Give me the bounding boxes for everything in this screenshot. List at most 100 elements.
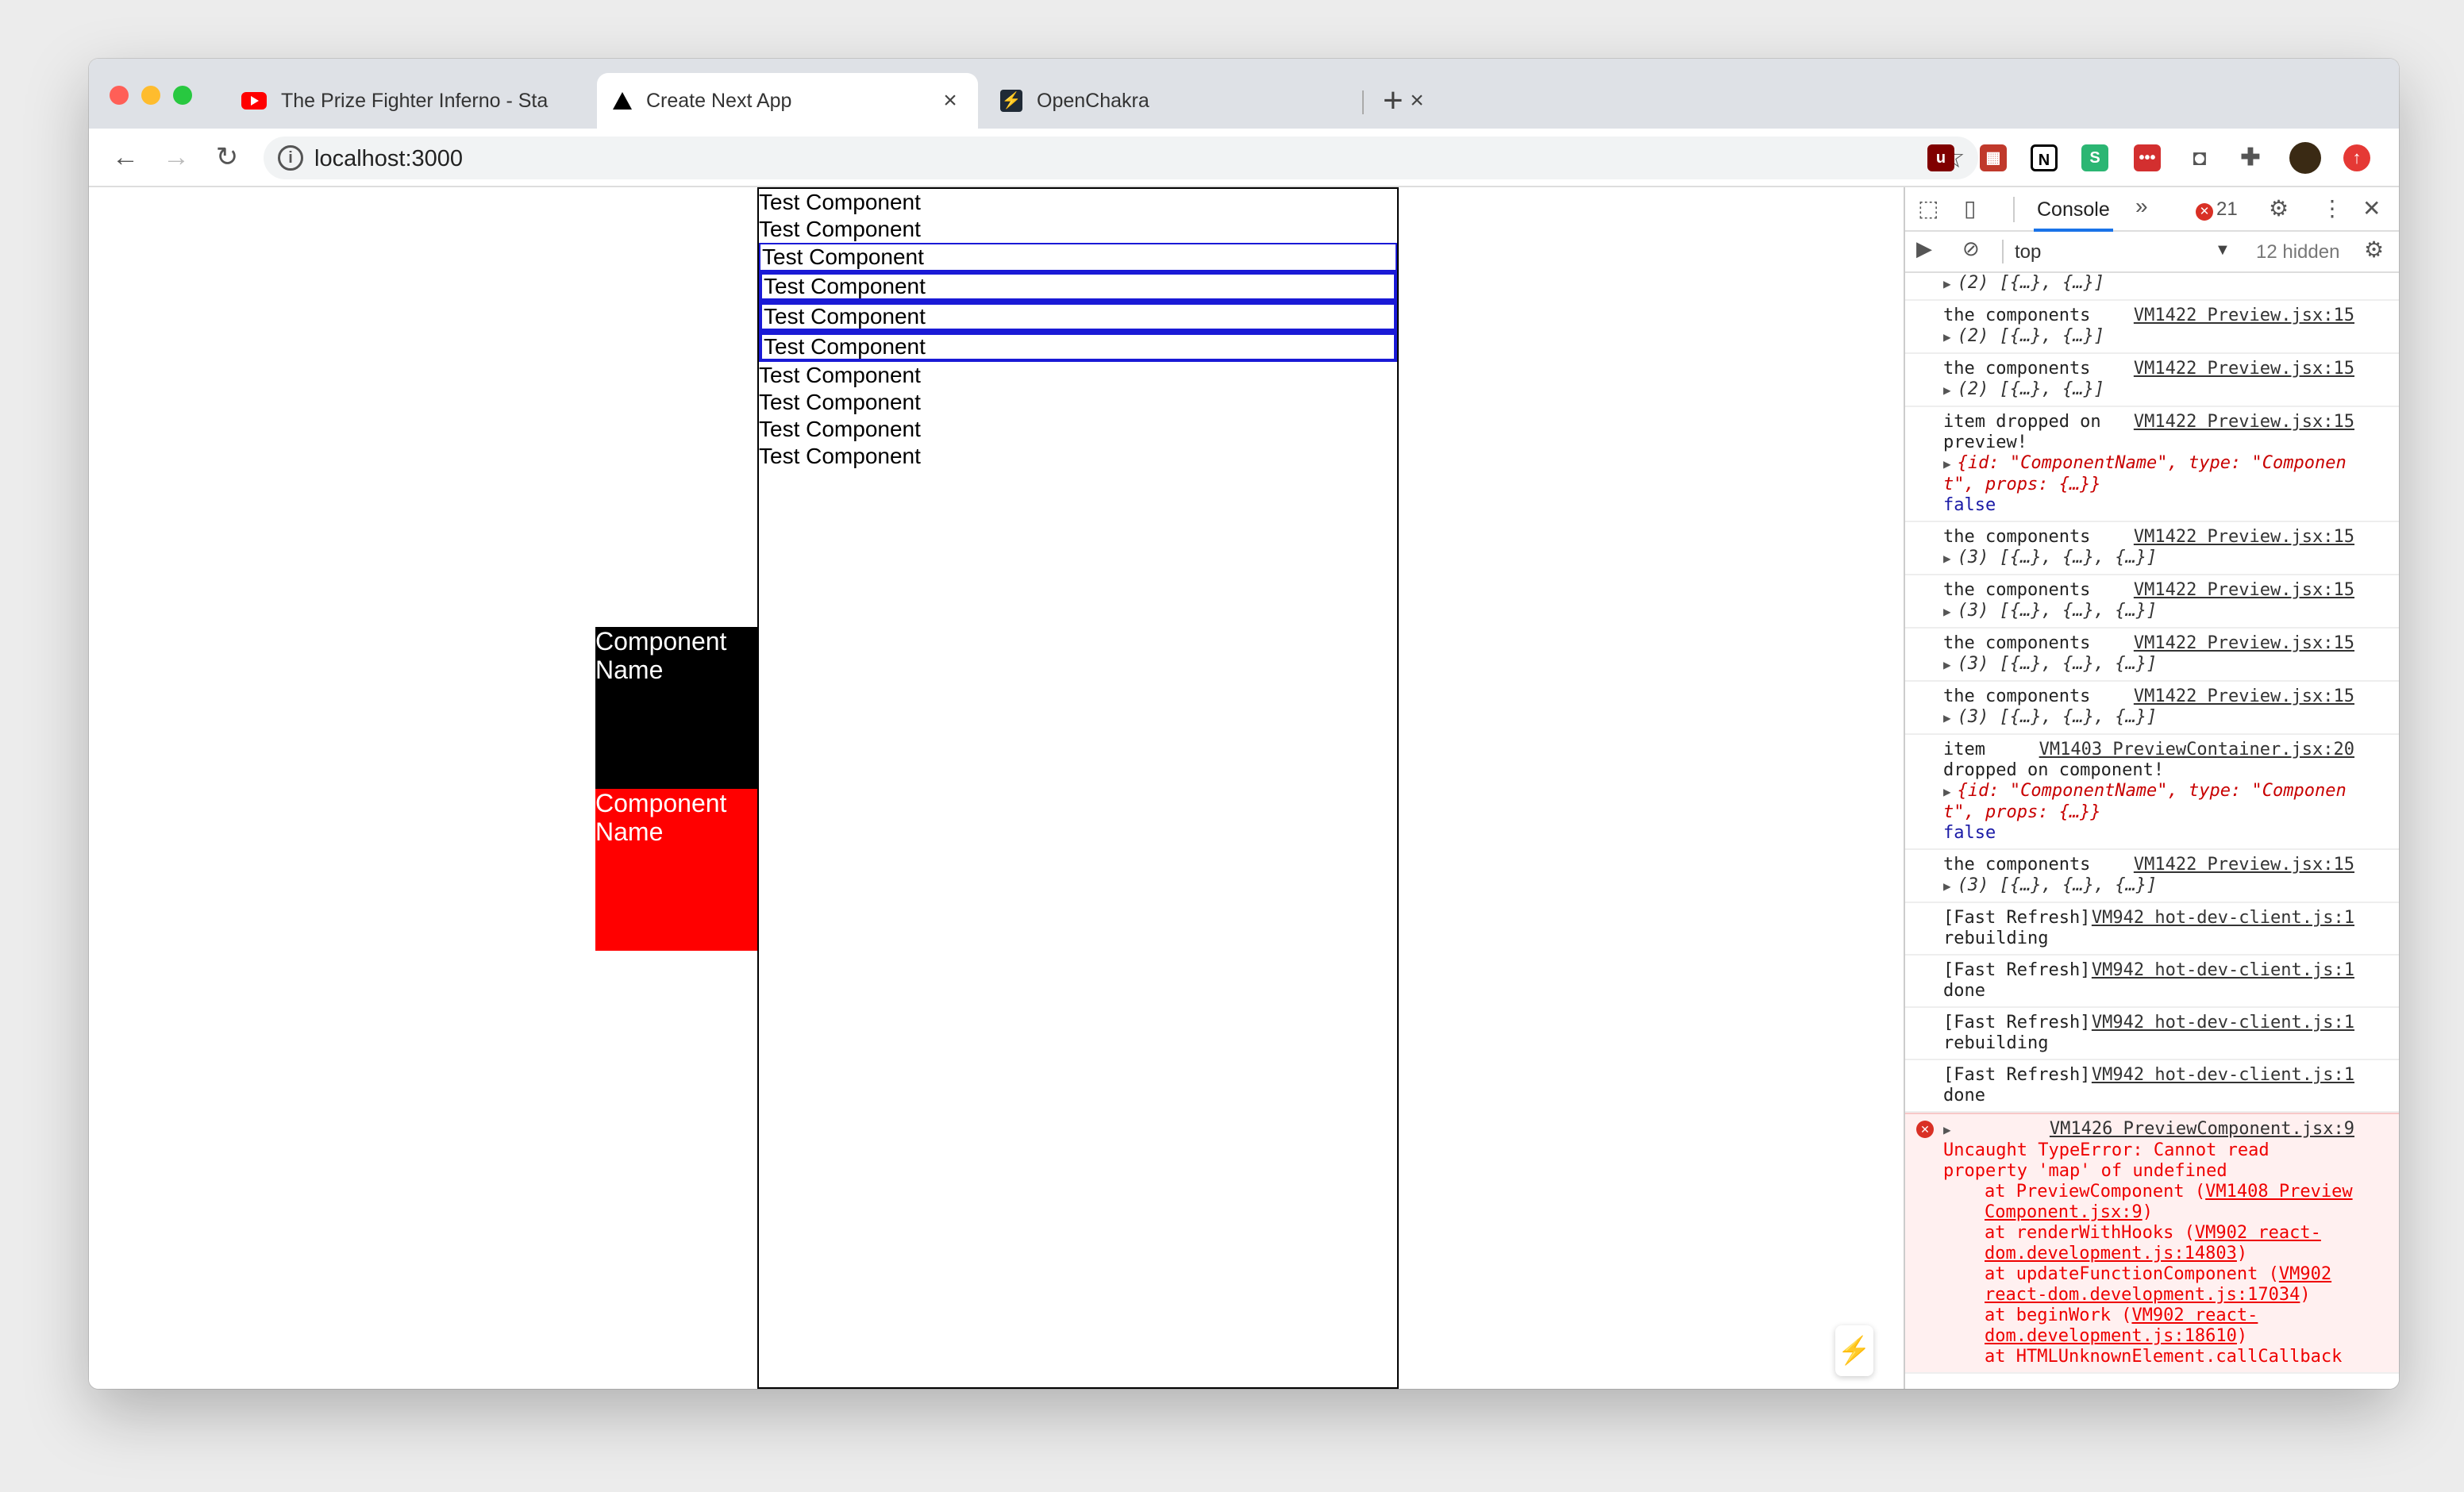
close-devtools-icon[interactable]: ✕ [2362, 195, 2381, 221]
test-component[interactable]: Test Component [759, 389, 1397, 416]
console-object[interactable]: ▶ (3) [{…}, {…}, {…}] [1943, 601, 2354, 622]
tab-console[interactable]: Console [2034, 187, 2113, 232]
console-object[interactable]: ▶ (2) [{…}, {…}] [1943, 273, 2354, 294]
stack-frame: at HTMLUnknownElement.callCallback [1985, 1347, 2343, 1367]
source-link[interactable]: VM942 hot-dev-client.js:1 [2092, 1065, 2354, 1086]
ublock-extension-icon[interactable]: u [1927, 144, 1954, 171]
console-object[interactable]: ▶ (2) [{…}, {…}] [1943, 326, 2354, 348]
source-link[interactable]: VM1403 PreviewContainer.jsx:20 [2039, 740, 2354, 760]
test-component-selected[interactable]: Test Component [759, 243, 1397, 271]
console-message: VM942 hot-dev-client.js:1 [Fast Refresh]… [1905, 1060, 2399, 1113]
inspect-element-icon[interactable]: ⬚ [1918, 195, 1938, 221]
message-text: the components [1943, 855, 2091, 875]
message-text: the components [1943, 686, 2091, 706]
console-object[interactable]: ▶ (2) [{…}, {…}] [1943, 379, 2354, 401]
expand-triangle-icon[interactable]: ▶ [1943, 657, 1951, 672]
back-arrow-icon[interactable]: ← [108, 140, 143, 175]
source-link[interactable]: VM1422 Preview.jsx:15 [2134, 686, 2354, 707]
close-window-button[interactable] [110, 86, 129, 105]
site-info-icon[interactable]: i [278, 145, 303, 171]
profile-avatar[interactable] [2289, 142, 2321, 174]
extension-s-icon[interactable]: S [2081, 144, 2108, 171]
console-object[interactable]: ▶ (3) [{…}, {…}, {…}] [1943, 548, 2354, 569]
expand-triangle-icon[interactable]: ▶ [1943, 1122, 1951, 1137]
test-component[interactable]: Test Component [759, 216, 1397, 243]
source-link[interactable]: VM1422 Preview.jsx:15 [2134, 527, 2354, 548]
source-link[interactable]: VM942 hot-dev-client.js:1 [2092, 960, 2354, 981]
new-tab-button[interactable]: + [1383, 81, 1403, 121]
context-selector[interactable]: top [2015, 241, 2041, 263]
reload-icon[interactable]: ↻ [210, 140, 244, 175]
close-tab-icon[interactable]: × [938, 87, 962, 114]
expand-triangle-icon[interactable]: ▶ [1943, 329, 1951, 344]
error-count-badge[interactable]: ✕ 21 [2196, 198, 2238, 221]
console-object[interactable]: ▶ (3) [{…}, {…}, {…}] [1943, 654, 2354, 675]
component-name-box-red[interactable]: Component Name [595, 789, 757, 951]
console-settings-icon[interactable]: ⚙ [2364, 236, 2384, 263]
test-component[interactable]: Test Component [759, 189, 1397, 216]
forward-arrow-icon[interactable]: → [159, 140, 194, 175]
url-text[interactable]: localhost:3000 [314, 146, 463, 172]
expand-triangle-icon[interactable]: ▶ [1943, 784, 1951, 799]
chevron-down-icon[interactable]: ▼ [2215, 241, 2231, 260]
test-component-selected[interactable]: Test Component [759, 271, 1397, 302]
console-message: VM1422 Preview.jsx:15 the components ▶ (2… [1905, 354, 2399, 407]
device-toolbar-icon[interactable]: ▯ [1964, 195, 1976, 221]
notion-extension-icon[interactable]: N [2031, 144, 2058, 171]
test-component-selected[interactable]: Test Component [759, 302, 1397, 332]
expand-triangle-icon[interactable]: ▶ [1943, 604, 1951, 619]
console-message: VM942 hot-dev-client.js:1 [Fast Refresh]… [1905, 1008, 2399, 1060]
extension-icon[interactable]: ▦ [1980, 144, 2007, 171]
expand-triangle-icon[interactable]: ▶ [1943, 551, 1951, 566]
tab-strip: The Prize Fighter Inferno - Sta × Create… [89, 59, 2399, 129]
console-object[interactable]: ▶ {id: "ComponentName", type: "Componen t… [1943, 781, 2354, 823]
source-link[interactable]: VM942 hot-dev-client.js:1 [2092, 908, 2354, 929]
console-object[interactable]: ▶ (3) [{…}, {…}, {…}] [1943, 875, 2354, 897]
source-link[interactable]: VM1422 Preview.jsx:15 [2134, 412, 2354, 433]
test-component[interactable]: Test Component [759, 443, 1397, 470]
openchakra-lightning-button[interactable]: ⚡ [1835, 1325, 1873, 1376]
tab-openchakra[interactable]: ⚡ OpenChakra × [984, 73, 1445, 129]
expand-triangle-icon[interactable]: ▶ [1943, 276, 1951, 291]
settings-gear-icon[interactable]: ⚙ [2269, 195, 2289, 221]
source-link[interactable]: VM1422 Preview.jsx:15 [2134, 633, 2354, 654]
source-link[interactable]: VM1422 Preview.jsx:15 [2134, 306, 2354, 326]
expand-triangle-icon[interactable]: ▶ [1943, 710, 1951, 725]
console-object[interactable]: ▶ {id: "ComponentName", type: "Componen t… [1943, 453, 2354, 495]
stack-frame: at beginWork (VM902 react-dom.developmen… [1985, 1306, 2258, 1346]
page-viewport: Test Component Test Component Test Compo… [89, 187, 1904, 1389]
camera-extension-icon[interactable]: ◘ [2186, 144, 2213, 171]
close-tab-icon[interactable]: × [1405, 87, 1429, 114]
preview-frame: Test Component Test Component Test Compo… [757, 187, 1399, 1389]
tab-title: Create Next App [646, 89, 792, 112]
test-component[interactable]: Test Component [759, 362, 1397, 389]
tab-title: The Prize Fighter Inferno - Sta [281, 89, 549, 112]
sidebar-toggle-icon[interactable]: ▶ [1916, 236, 1932, 261]
extensions-puzzle-icon[interactable]: ✚ [2237, 144, 2264, 171]
source-link[interactable]: VM1422 Preview.jsx:15 [2134, 855, 2354, 875]
console-message: ▶ (2) [{…}, {…}] [1905, 273, 2399, 301]
address-bar[interactable]: i localhost:3000 ☆ [264, 137, 1978, 179]
clear-console-icon[interactable]: ⊘ [1962, 236, 1980, 261]
message-text: the components [1943, 633, 2091, 653]
tab-create-next-app[interactable]: Create Next App × [597, 73, 978, 129]
maximize-window-button[interactable] [173, 86, 192, 105]
openchakra-icon: ⚡ [1000, 90, 1022, 112]
update-icon[interactable]: ↑ [2343, 144, 2370, 171]
source-link[interactable]: VM1426 PreviewComponent.jsx:9 [2050, 1119, 2354, 1140]
component-name-box-black[interactable]: Component Name [595, 627, 757, 789]
test-component-selected[interactable]: Test Component [759, 332, 1397, 362]
source-link[interactable]: VM942 hot-dev-client.js:1 [2092, 1013, 2354, 1033]
stack-frame: at renderWithHooks (VM902 react-dom.deve… [1985, 1223, 2321, 1263]
source-link[interactable]: VM1422 Preview.jsx:15 [2134, 359, 2354, 379]
more-options-icon[interactable]: ⋮ [2321, 195, 2343, 221]
more-tabs-icon[interactable]: » [2135, 194, 2148, 219]
source-link[interactable]: VM1422 Preview.jsx:15 [2134, 580, 2354, 601]
minimize-window-button[interactable] [141, 86, 160, 105]
expand-triangle-icon[interactable]: ▶ [1943, 456, 1951, 471]
console-object[interactable]: ▶ (3) [{…}, {…}, {…}] [1943, 707, 2354, 729]
expand-triangle-icon[interactable]: ▶ [1943, 383, 1951, 398]
expand-triangle-icon[interactable]: ▶ [1943, 879, 1951, 894]
extension-dots-icon[interactable]: ••• [2134, 144, 2161, 171]
test-component[interactable]: Test Component [759, 416, 1397, 443]
